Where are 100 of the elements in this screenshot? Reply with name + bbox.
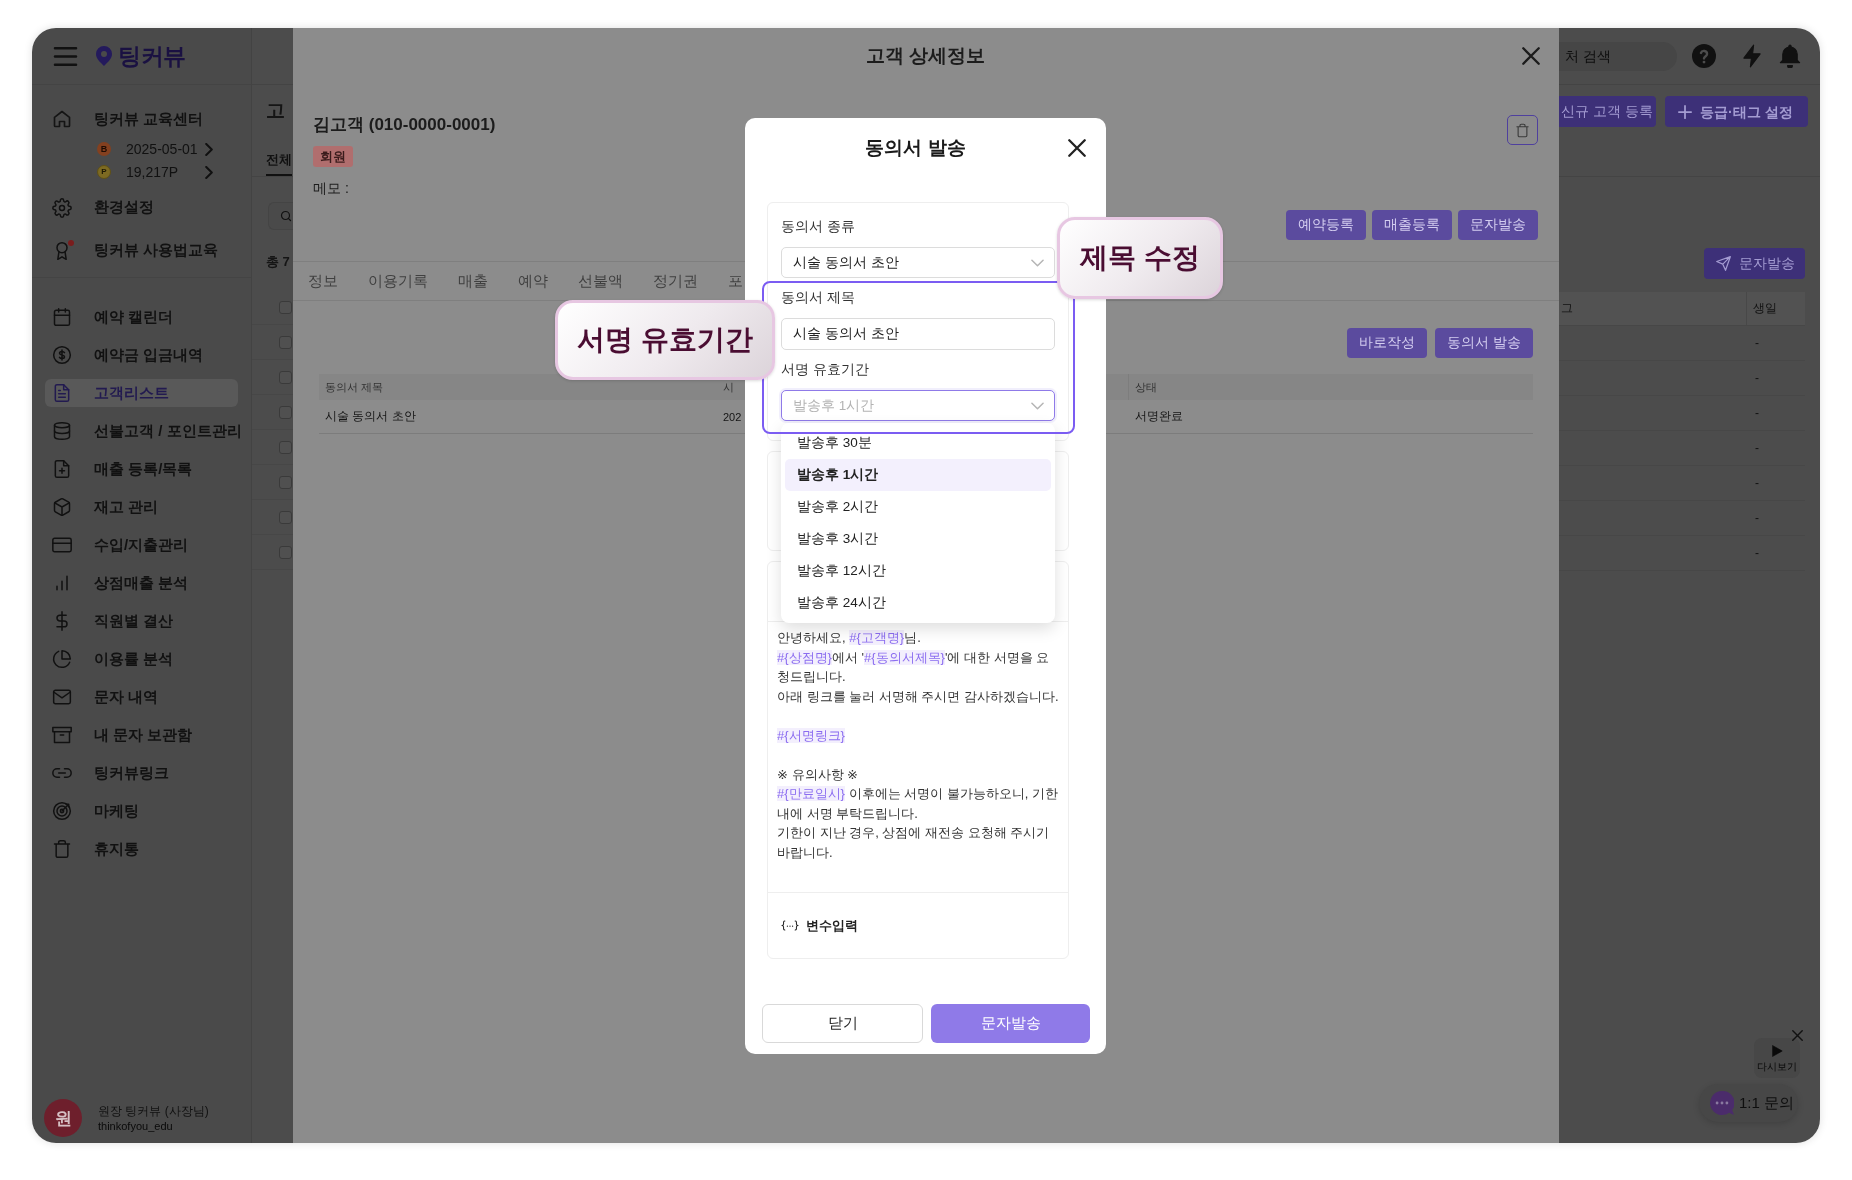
tab[interactable]: 정보 bbox=[293, 262, 353, 300]
field-label: 서명 유효기간 bbox=[781, 361, 870, 379]
chevron-right-icon[interactable] bbox=[205, 142, 213, 156]
home-icon bbox=[52, 109, 72, 129]
close-icon[interactable] bbox=[1068, 139, 1086, 157]
column-header: 생일 bbox=[1753, 300, 1777, 317]
sidebar-item[interactable]: 내 문자 보관함 bbox=[45, 721, 238, 749]
action-button[interactable]: 바로작성 bbox=[1347, 328, 1428, 358]
member-badge: 회원 bbox=[313, 146, 353, 167]
pie-chart-icon bbox=[52, 649, 72, 669]
grade-tag-button[interactable]: 등급·태그 설정 bbox=[1665, 96, 1808, 127]
search-icon bbox=[280, 210, 292, 222]
checkbox[interactable] bbox=[279, 510, 292, 524]
memo-label: 메모 : bbox=[313, 179, 349, 198]
date-text: 2025-05-01 bbox=[126, 141, 199, 157]
action-button[interactable]: 문자발송 bbox=[1458, 210, 1538, 240]
sidebar-item[interactable]: 팅커뷰 사용법교육 bbox=[45, 229, 238, 272]
bell-icon[interactable] bbox=[1779, 44, 1801, 68]
point-coin: P bbox=[97, 165, 111, 179]
sidebar-item[interactable]: 예약 캘린더 bbox=[45, 303, 238, 331]
callout-label: 제목 수정 bbox=[1057, 217, 1223, 299]
search-field[interactable] bbox=[268, 202, 293, 230]
sidebar-item[interactable]: 직원별 결산 bbox=[45, 607, 238, 635]
message-line: 아래 링크를 눌러 서명해 주시면 감사하겠습니다. bbox=[777, 687, 1060, 706]
plus-icon bbox=[1678, 104, 1692, 119]
field-label: 동의서 종류 bbox=[781, 218, 856, 236]
select-field[interactable]: 시술 동의서 초안 bbox=[781, 247, 1055, 278]
chevron-right-icon[interactable] bbox=[205, 165, 213, 179]
points-text: 19,217P bbox=[126, 164, 180, 180]
chat-icon bbox=[1710, 1091, 1734, 1115]
close-button[interactable]: 닫기 bbox=[762, 1004, 923, 1043]
help-icon[interactable] bbox=[1692, 44, 1716, 68]
document-icon bbox=[52, 383, 72, 403]
select-field[interactable]: 발송후 1시간 bbox=[781, 390, 1055, 421]
checkbox[interactable] bbox=[279, 545, 292, 559]
dropdown-option[interactable]: 발송후 1시간 bbox=[785, 459, 1051, 491]
menu-icon[interactable] bbox=[53, 45, 78, 67]
checkbox[interactable] bbox=[279, 301, 292, 314]
input-field[interactable]: 시술 동의서 초안 bbox=[781, 318, 1055, 350]
action-button[interactable]: 예약등록 bbox=[1286, 210, 1366, 240]
tab[interactable]: 예약 bbox=[503, 262, 563, 300]
dropdown-option[interactable]: 발송후 2시간 bbox=[785, 491, 1051, 523]
calendar-icon bbox=[52, 307, 72, 327]
checkbox[interactable] bbox=[279, 475, 292, 489]
sidebar-item[interactable]: 팅커뷰링크 bbox=[45, 759, 238, 787]
column-header: 상태 bbox=[1135, 379, 1157, 395]
lightning-icon[interactable] bbox=[1742, 44, 1762, 68]
sidebar-item[interactable]: 수입/지출관리 bbox=[45, 531, 238, 559]
table-cell: 202 bbox=[723, 410, 742, 423]
checkbox[interactable] bbox=[279, 440, 292, 454]
chat-button[interactable]: 1:1 문의 bbox=[1699, 1084, 1798, 1122]
checkbox[interactable] bbox=[279, 370, 292, 384]
variable-button[interactable]: 변수입력 bbox=[781, 916, 858, 935]
coin-icon bbox=[52, 345, 72, 365]
action-button[interactable]: 매출등록 bbox=[1372, 210, 1452, 240]
sidebar-item[interactable]: 선불고객 / 포인트관리 bbox=[45, 417, 238, 445]
table-cell: - bbox=[1755, 441, 1759, 455]
sidebar-item[interactable]: 환경설정 bbox=[45, 186, 238, 229]
sidebar-item[interactable]: 문자 내역 bbox=[45, 683, 238, 711]
sidebar-item[interactable]: 휴지통 bbox=[45, 835, 238, 863]
user-id: thinkofyou_edu bbox=[98, 1119, 174, 1133]
message-line: ※ 유의사항 ※ bbox=[777, 765, 859, 784]
database-icon bbox=[52, 421, 72, 441]
avatar: 원 bbox=[44, 1099, 82, 1137]
store-name: 팅커뷰 교육센터 bbox=[94, 109, 204, 129]
dropdown-option[interactable]: 발송후 3시간 bbox=[785, 523, 1051, 555]
table-cell: - bbox=[1755, 546, 1759, 560]
delete-button[interactable] bbox=[1507, 115, 1538, 145]
gear-icon bbox=[52, 197, 72, 218]
tab[interactable]: 정기권 bbox=[638, 262, 713, 300]
sidebar-item[interactable]: 고객리스트 bbox=[45, 379, 238, 407]
checkbox[interactable] bbox=[279, 405, 292, 419]
dropdown-option[interactable]: 발송후 24시간 bbox=[785, 587, 1051, 619]
sidebar-item[interactable]: 재고 관리 bbox=[45, 493, 238, 521]
archive-icon bbox=[52, 725, 72, 745]
table-cell: - bbox=[1755, 406, 1759, 420]
send-message-button[interactable]: 문자발송 bbox=[1704, 248, 1805, 279]
table-cell: 시술 동의서 초안 bbox=[325, 408, 416, 425]
tab[interactable]: 매출 bbox=[443, 262, 503, 300]
braces-icon bbox=[781, 920, 799, 931]
callout-label: 서명 유효기간 bbox=[555, 300, 775, 380]
trash-icon bbox=[1515, 122, 1530, 138]
chevron-down-icon bbox=[1031, 401, 1044, 410]
message-line: #{상점명}에서 '#{동의서제목}'에 대한 서명을 요청드립니다. bbox=[777, 648, 1051, 686]
send-button[interactable]: 문자발송 bbox=[931, 1004, 1090, 1043]
dropdown-option[interactable]: 발송후 12시간 bbox=[785, 555, 1051, 587]
tab[interactable]: 이용기록 bbox=[353, 262, 443, 300]
register-button[interactable]: 신규 고객 등록 bbox=[1559, 96, 1656, 127]
sidebar-item[interactable]: 상점매출 분석 bbox=[45, 569, 238, 597]
sidebar-item[interactable]: 예약금 입금내역 bbox=[45, 341, 238, 369]
table-cell: - bbox=[1755, 336, 1759, 350]
sidebar-item[interactable]: 마케팅 bbox=[45, 797, 238, 825]
tab[interactable]: 선불액 bbox=[563, 262, 638, 300]
sidebar-item[interactable]: 매출 등록/목록 bbox=[45, 455, 238, 483]
dialog-title: 동의서 발송 bbox=[865, 136, 966, 160]
column-header: 시 bbox=[723, 379, 734, 395]
action-button[interactable]: 동의서 발송 bbox=[1435, 328, 1533, 358]
sidebar-item[interactable]: 이용률 분석 bbox=[45, 645, 238, 673]
box-icon bbox=[52, 497, 72, 517]
checkbox[interactable] bbox=[279, 335, 292, 349]
